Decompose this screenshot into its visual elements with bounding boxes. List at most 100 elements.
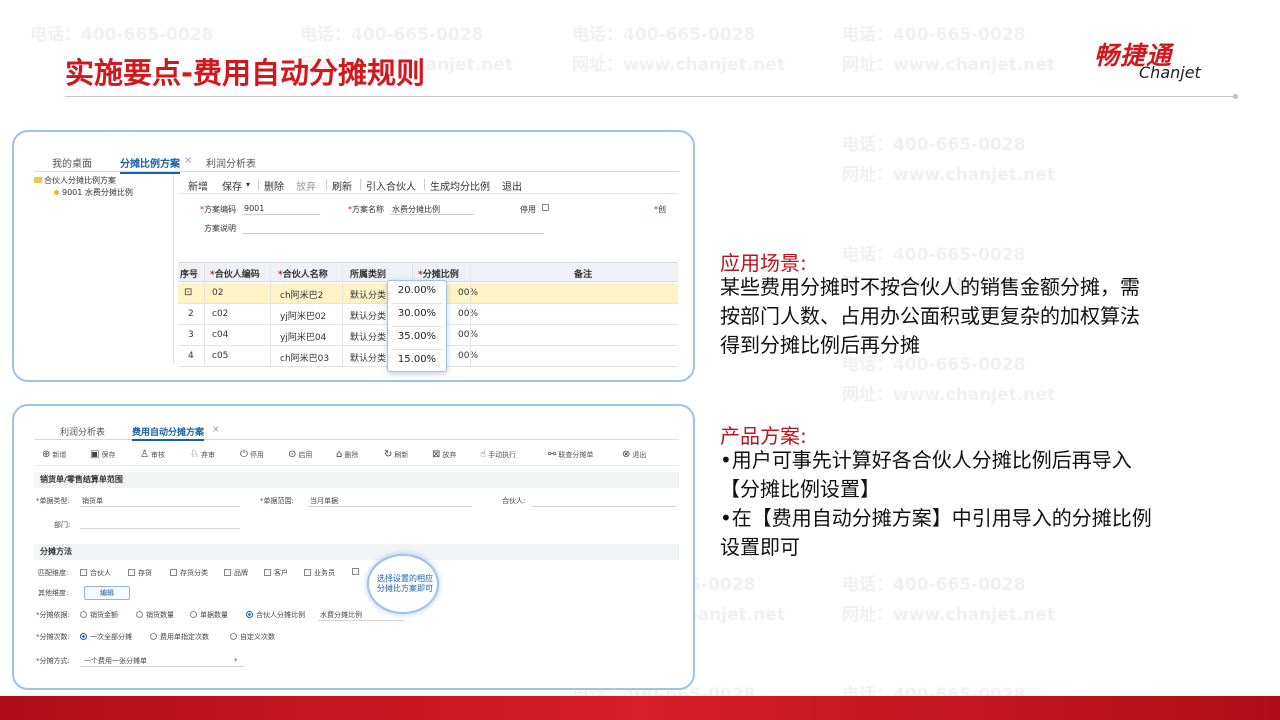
- watermark-phone: 电话：400-665-0028: [842, 245, 1026, 265]
- refresh-button[interactable]: ↻ 刷新: [384, 449, 408, 460]
- query-allocation-button[interactable]: ⚯ 联查分摊单: [548, 449, 593, 460]
- scheme-code-field[interactable]: [242, 214, 320, 215]
- tab-close-icon[interactable]: ×: [212, 425, 220, 435]
- edit-button[interactable]: 编辑: [84, 586, 130, 600]
- manual-run-button[interactable]: ☝ 手动执行: [480, 449, 516, 460]
- discard-button[interactable]: ⊠ 放弃: [432, 449, 456, 460]
- new-button[interactable]: ⊕ 新增: [42, 449, 66, 460]
- doc-type-value[interactable]: 销货单: [82, 496, 103, 506]
- basis-scheme-field[interactable]: [318, 620, 404, 621]
- basis-option[interactable]: 销货数量: [136, 610, 174, 620]
- tab-profit-analysis[interactable]: 利润分析表: [206, 155, 256, 170]
- cell-ratio[interactable]: 00%: [458, 288, 478, 298]
- hand-icon: ☝: [480, 449, 487, 460]
- match-option[interactable]: 品牌: [224, 568, 248, 578]
- generate-average-button[interactable]: 生成均分比例: [430, 178, 490, 193]
- plus-circle-icon: ⊕: [42, 449, 51, 460]
- match-option[interactable]: 合伙人: [80, 568, 111, 578]
- doc-type-field[interactable]: [80, 506, 240, 507]
- scheme-desc-field[interactable]: [242, 233, 544, 234]
- basis-scheme-value[interactable]: 水费分摊比例: [320, 610, 362, 620]
- mode-field[interactable]: [80, 666, 244, 667]
- scheme-name-field[interactable]: [390, 214, 474, 215]
- save-button[interactable]: 保存: [222, 178, 242, 193]
- cell-name: yj阿米巴04: [280, 333, 327, 343]
- delete-button[interactable]: ⌂ 删除: [336, 449, 358, 460]
- doc-range-value[interactable]: 当月单据: [310, 496, 338, 506]
- match-option[interactable]: 存货分类: [170, 568, 208, 578]
- basis-option-selected[interactable]: 合伙人分摊比例: [246, 610, 305, 620]
- chevron-down-icon[interactable]: ▾: [246, 180, 250, 189]
- times-option[interactable]: 费用单指定次数: [150, 632, 209, 642]
- audit-button[interactable]: ♙ 审核: [140, 449, 165, 460]
- tab-desktop[interactable]: 我的桌面: [52, 155, 92, 170]
- unaudit-button[interactable]: ♘ 弃审: [190, 449, 215, 460]
- tab-allocation-ratio[interactable]: 分摊比例方案: [120, 155, 180, 174]
- watermark-site: 网址：www.chanjet.net: [842, 605, 1055, 625]
- watermark-phone: 电话：400-665-0028: [572, 25, 756, 45]
- cell-ratio[interactable]: 00%: [458, 330, 478, 340]
- scheme-code-value[interactable]: 9001: [244, 204, 264, 213]
- dept-field[interactable]: [80, 528, 240, 529]
- new-button[interactable]: 新增: [188, 178, 208, 193]
- tree-root[interactable]: 合伙人分摊比例方案: [34, 175, 116, 186]
- stamp-icon: ♙: [140, 449, 149, 460]
- tree-item-label: 9001 水费分摊比例: [62, 188, 133, 197]
- enable-button[interactable]: ⊙ 启用: [288, 449, 312, 460]
- col-remark: 备注: [574, 270, 593, 280]
- cell-category: 默认分类: [350, 291, 387, 301]
- match-option[interactable]: 客户: [264, 568, 288, 578]
- tab-close-icon[interactable]: ×: [184, 155, 192, 166]
- match-option-extra[interactable]: [352, 568, 362, 576]
- partner-field[interactable]: [532, 506, 676, 507]
- cell-code: c02: [212, 309, 229, 319]
- watermark-phone: 电话：400-665-0028: [842, 575, 1026, 595]
- disable-checkbox[interactable]: [542, 203, 552, 212]
- disable-button[interactable]: ⏻ 停用: [240, 449, 264, 460]
- cell-ratio[interactable]: 00%: [458, 309, 478, 319]
- cell-name: ch阿米巴03: [280, 354, 330, 364]
- cell-category: 默认分类: [350, 354, 387, 364]
- cell-ratio[interactable]: 00%: [458, 351, 478, 361]
- tab-auto-allocation[interactable]: 费用自动分摊方案: [132, 425, 205, 441]
- tab-profit-analysis[interactable]: 利润分析表: [60, 425, 105, 438]
- mode-value[interactable]: 一个费用一张分摊单: [84, 656, 147, 666]
- cell-code: c04: [212, 330, 229, 340]
- exit-button[interactable]: ⊗ 退出: [622, 449, 646, 460]
- scene-line: 按部门人数、占用办公面积或更复杂的加权算法: [720, 304, 1140, 328]
- basis-option[interactable]: 销货金额: [80, 610, 118, 620]
- row-selected-icon: ⊡: [184, 287, 193, 298]
- floppy-icon: ▣: [90, 449, 100, 460]
- tree-item-scheme[interactable]: 9001 水费分摊比例: [54, 187, 133, 198]
- ratio-value: 20.00%: [397, 285, 437, 296]
- watermark-site: 网址：www.chanjet.net: [572, 55, 785, 75]
- times-label: *分摊次数:: [36, 633, 70, 641]
- exit-button[interactable]: 退出: [502, 178, 522, 193]
- basis-option[interactable]: 单据数量: [190, 610, 228, 620]
- disable-label: 停用: [520, 205, 536, 214]
- cell-no: 3: [188, 330, 194, 340]
- import-partner-button[interactable]: 引入合伙人: [366, 178, 416, 193]
- times-option[interactable]: 自定义次数: [230, 632, 275, 642]
- grid-column-line: [270, 262, 271, 366]
- cell-no: 4: [188, 351, 194, 361]
- doc-range-field[interactable]: [308, 506, 472, 507]
- toolbar-divider: [360, 179, 361, 190]
- solution-line: 【分摊比例设置】: [720, 477, 880, 501]
- mode-label: *分摊方式:: [36, 657, 70, 665]
- match-option[interactable]: 存货: [128, 568, 152, 578]
- watermark-phone: 电话：400-665-0028: [30, 25, 214, 45]
- save-button[interactable]: ▣ 保存: [90, 449, 115, 460]
- scheme-desc-label: 方案说明: [204, 224, 236, 233]
- refresh-button[interactable]: 刷新: [332, 178, 352, 193]
- hint-bubble: 选择设置的相应分摊比方案即可: [367, 554, 439, 614]
- chevron-down-icon[interactable]: ▾: [234, 656, 238, 664]
- grid-header: 序号 *合伙人编码 *合伙人名称 所属类别 *分摊比例 备注: [178, 262, 678, 282]
- allocation-ratio-screenshot: 我的桌面 分摊比例方案 × 利润分析表 合伙人分摊比例方案 9001 水费分摊比…: [12, 130, 695, 382]
- times-option-selected[interactable]: 一次全部分摊: [80, 632, 132, 642]
- delete-button[interactable]: 删除: [264, 178, 284, 193]
- match-option[interactable]: 业务员: [304, 568, 335, 578]
- scheme-tree: 合伙人分摊比例方案 9001 水费分摊比例: [34, 174, 174, 364]
- discard-button[interactable]: 放弃: [296, 178, 316, 193]
- toolbar-divider: [258, 179, 259, 190]
